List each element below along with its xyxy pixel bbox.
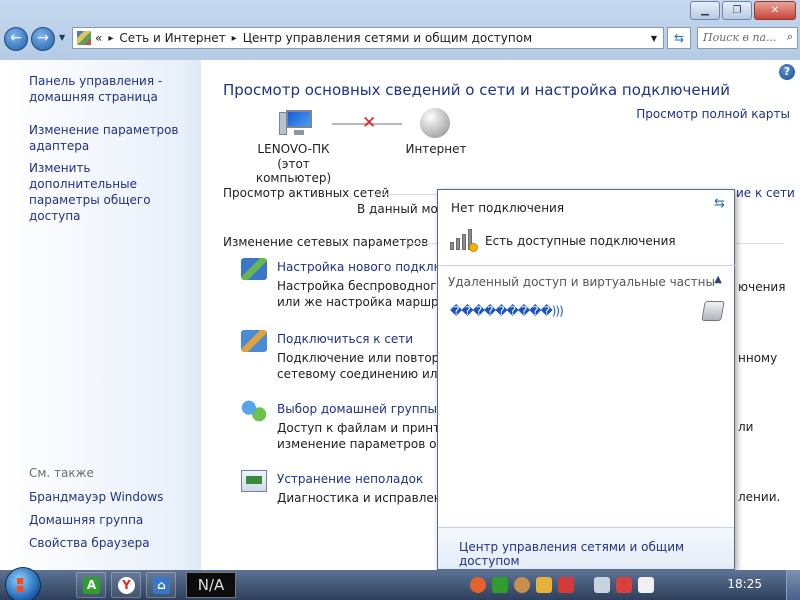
breadcrumb-overflow[interactable]: « <box>95 31 102 45</box>
task-description: Подключение или повторноe сетевому соедин… <box>277 351 462 381</box>
breadcrumb-network-center[interactable]: Центр управления сетями и общим доступом <box>243 31 532 45</box>
divider <box>438 265 736 266</box>
sidebar-item-advanced-sharing[interactable]: Изменить дополнительные параметры общего… <box>29 160 201 224</box>
change-settings-heading: Изменение сетевых параметров <box>223 235 429 249</box>
control-panel-icon <box>77 31 91 45</box>
dialup-connection-item[interactable]: ���������))) <box>450 304 564 318</box>
help-icon[interactable]: ? <box>779 64 795 80</box>
connection-status: Нет подключения <box>451 201 565 215</box>
see-also-browser-properties[interactable]: Свойства браузера <box>29 535 150 551</box>
tray-app-icon[interactable] <box>470 577 486 593</box>
start-button-icon[interactable] <box>5 567 41 600</box>
search-input[interactable]: Поиск в па... ⌕ <box>697 27 798 49</box>
available-connections-text: Есть доступные подключения <box>485 234 676 248</box>
task-title-link[interactable]: Подключиться к сети <box>277 332 413 346</box>
tray-flag-icon[interactable] <box>558 577 574 593</box>
task-description-tail: ли <box>738 420 754 434</box>
search-placeholder: Поиск в па... <box>703 31 777 44</box>
title-bar: ▁ ❐ ✕ ← → ▼ « ▸ Сеть и Интернет ▸ Центр … <box>0 0 800 60</box>
see-also-heading: См. также <box>29 466 94 480</box>
recent-pages-dropdown-icon[interactable]: ▼ <box>59 33 65 42</box>
homegroup-icon <box>241 400 267 422</box>
no-active-networks-text: В данный мом <box>357 202 447 216</box>
flyout-footer: Центр управления сетями и общим доступом <box>438 527 734 569</box>
back-button[interactable]: ← <box>4 27 28 51</box>
page-title: Просмотр основных сведений о сети и наст… <box>223 81 730 99</box>
see-also-firewall[interactable]: Брандмауэр Windows <box>29 489 163 505</box>
vpn-group-header[interactable]: Удаленный доступ и виртуальные частные с… <box>448 275 714 289</box>
task-description-tail: ючения <box>738 280 786 294</box>
collapse-chevron-icon[interactable]: ▲ <box>714 274 722 285</box>
tray-agent-icon[interactable] <box>492 577 508 593</box>
tray-display-icon[interactable] <box>594 577 610 593</box>
modem-icon <box>701 301 725 321</box>
task-title-link[interactable]: Настройка нового подключе <box>277 260 458 274</box>
open-network-center-link[interactable]: Центр управления сетями и общим доступом <box>459 540 734 568</box>
tray-windows-icon[interactable] <box>638 577 654 593</box>
close-button[interactable]: ✕ <box>754 1 796 20</box>
window-controls: ▁ ❐ ✕ <box>690 1 796 20</box>
refresh-icon[interactable]: ⇆ <box>714 196 725 211</box>
show-desktop-button[interactable] <box>786 570 800 600</box>
search-icon[interactable]: ⌕ <box>787 30 793 44</box>
task-description-tail: лении. <box>738 490 781 504</box>
internet-globe-icon[interactable] <box>420 108 450 138</box>
taskbar-app-network[interactable]: ⌂ <box>146 572 176 598</box>
taskbar-na-window[interactable]: N/A <box>186 572 236 598</box>
refresh-icon[interactable]: ⇆ <box>667 27 691 49</box>
signal-bars-icon <box>450 226 480 252</box>
troubleshoot-icon <box>241 470 267 492</box>
tray-antivirus-icon[interactable] <box>536 577 552 593</box>
see-also-homegroup[interactable]: Домашняя группа <box>29 512 143 528</box>
sidebar-item-adapter-settings[interactable]: Изменение параметров адаптера <box>29 122 179 154</box>
task-description: Настройка беспроводного, ш или же настрой… <box>277 279 463 309</box>
minimize-button[interactable]: ▁ <box>690 1 720 20</box>
computer-subtitle: (этот компьютер) <box>255 157 332 185</box>
active-networks-heading: Просмотр активных сетей <box>223 186 390 200</box>
system-tray <box>470 577 654 593</box>
breadcrumb-separator-icon[interactable]: ▸ <box>108 33 113 44</box>
connect-network-icon <box>241 330 267 352</box>
new-connection-icon <box>241 258 267 280</box>
connect-to-network-link[interactable]: ие к сети <box>734 186 795 200</box>
sidebar: Панель управления - домашняя страница Из… <box>0 60 201 570</box>
taskbar-clock[interactable]: 18:25 <box>727 577 762 591</box>
tray-user-icon[interactable] <box>514 577 530 593</box>
full-map-link[interactable]: Просмотр полной карты <box>636 107 790 121</box>
taskbar-app-agent[interactable]: A <box>76 572 106 598</box>
task-description-tail: нному <box>738 351 778 365</box>
address-bar[interactable]: « ▸ Сеть и Интернет ▸ Центр управления с… <box>72 27 664 49</box>
tray-network-icon[interactable] <box>616 577 632 593</box>
disconnected-x-icon[interactable]: ✕ <box>362 113 376 133</box>
computer-icon[interactable] <box>279 108 315 136</box>
internet-label: Интернет <box>405 142 467 156</box>
task-title-link[interactable]: Выбор домашней группы и п <box>277 402 460 416</box>
breadcrumb-separator-icon[interactable]: ▸ <box>232 33 237 44</box>
taskbar: A Y ⌂ N/A 18:25 <box>0 567 800 600</box>
maximize-button[interactable]: ❐ <box>722 1 752 20</box>
task-title-link[interactable]: Устранение неполадок <box>277 472 423 486</box>
task-description: Диагностика и исправление <box>277 491 457 505</box>
sidebar-item-control-panel-home[interactable]: Панель управления - домашняя страница <box>29 73 162 105</box>
forward-button[interactable]: → <box>31 27 55 51</box>
breadcrumb-network-internet[interactable]: Сеть и Интернет <box>119 31 225 45</box>
task-description: Доступ к файлам и принтера изменение пара… <box>277 421 463 451</box>
network-flyout: Нет подключения ⇆ Есть доступные подключ… <box>437 189 736 570</box>
address-dropdown-icon[interactable]: ▼ <box>645 34 663 43</box>
taskbar-app-yandex[interactable]: Y <box>111 572 141 598</box>
computer-name: LENOVO-ПК <box>257 142 330 156</box>
